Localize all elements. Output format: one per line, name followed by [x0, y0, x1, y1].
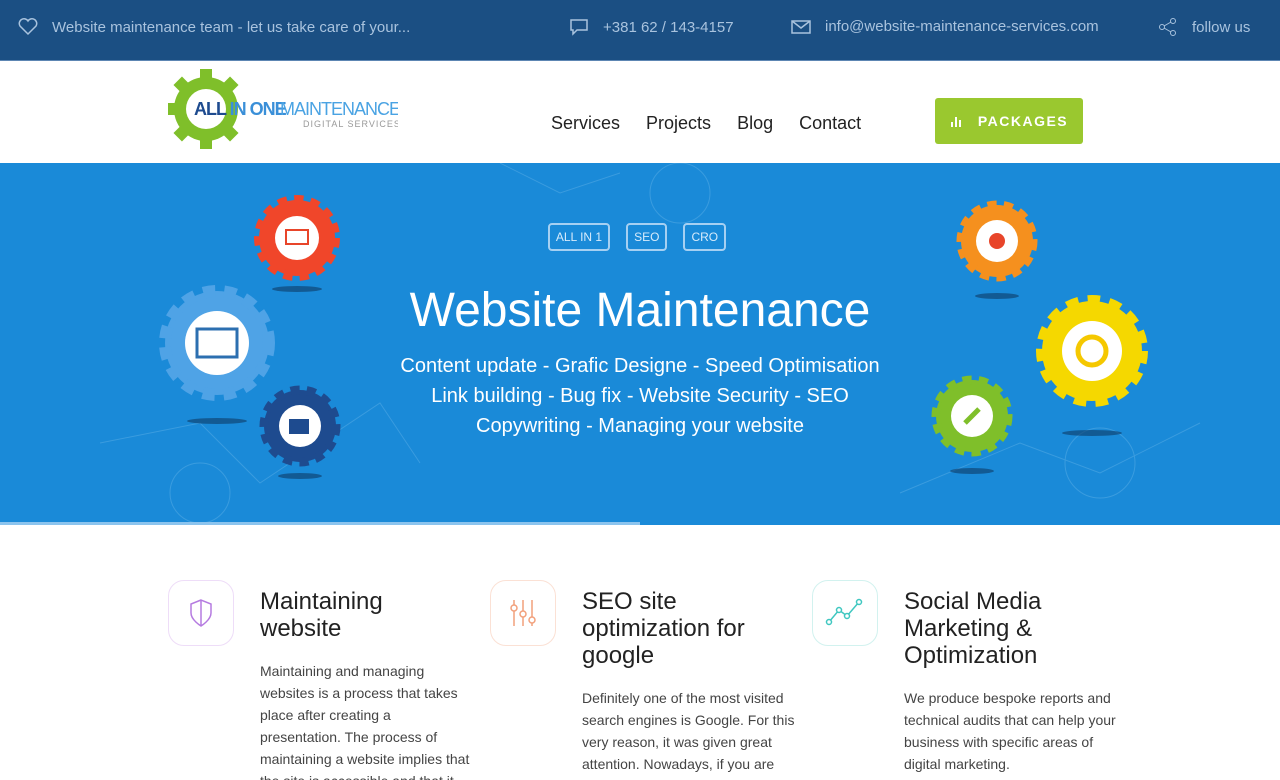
- tagline: Website maintenance team - let us take c…: [18, 18, 410, 36]
- tag-all-in-1[interactable]: ALL IN 1: [547, 223, 611, 251]
- tag-cro[interactable]: CRO: [683, 223, 727, 251]
- hero-line: Link building - Bug fix - Website Securi…: [431, 385, 849, 407]
- slider-progress: [0, 522, 640, 525]
- tagline-text: Website maintenance team - let us take c…: [52, 18, 411, 36]
- logo[interactable]: ALL IN ONE MAINTENANCE DIGITAL SERVICES: [166, 69, 402, 154]
- sliders-icon: [510, 600, 536, 626]
- phone-text[interactable]: +381 62 / 143-4157: [603, 19, 734, 36]
- chart-line-icon: [825, 598, 863, 626]
- hero-line: Copywriting - Managing your website: [476, 415, 804, 437]
- feature-title: Social Media Marketing & Optimization: [904, 588, 1042, 669]
- icon-box: [812, 580, 878, 646]
- nav-services[interactable]: Services: [551, 113, 620, 134]
- shield-icon: [190, 599, 212, 627]
- top-bar: Website maintenance team - let us take c…: [0, 0, 1280, 60]
- follow-us[interactable]: follow us: [1158, 18, 1250, 36]
- tag-seo[interactable]: SEO: [626, 223, 668, 251]
- hero-line: Content update - Grafic Designe - Speed …: [400, 355, 880, 377]
- mail-icon: [791, 19, 811, 34]
- email-text[interactable]: info@website-maintenance-services.com: [825, 18, 1099, 35]
- svg-text:ALL IN ONE: ALL IN ONE: [194, 99, 287, 119]
- phone[interactable]: +381 62 / 143-4157: [569, 18, 734, 36]
- svg-text:MAINTENANCE: MAINTENANCE: [280, 99, 398, 119]
- packages-label: PACKAGES: [977, 113, 1069, 129]
- hero-tags: ALL IN 1 SEO CRO: [0, 223, 1277, 251]
- chat-icon: [570, 19, 588, 36]
- hero-title: Website Maintenance: [409, 284, 871, 337]
- heart-icon: [18, 18, 38, 36]
- hero-banner: ALL IN 1 SEO CRO Website Maintenance Con…: [0, 163, 1280, 525]
- packages-button[interactable]: PACKAGES: [935, 98, 1083, 144]
- feature-maintaining: Maintaining website Maintaining and mana…: [168, 580, 469, 780]
- email[interactable]: info@website-maintenance-services.com: [791, 18, 1099, 35]
- feature-title: SEO site optimization for google: [582, 588, 745, 669]
- nav-projects[interactable]: Projects: [646, 113, 711, 134]
- feature-social: Social Media Marketing & Optimization We…: [812, 580, 1116, 772]
- nav-blog[interactable]: Blog: [737, 113, 773, 134]
- feature-text: We produce bespoke reports and technical…: [904, 690, 1116, 772]
- share-icon: [1159, 18, 1176, 36]
- follow-text[interactable]: follow us: [1192, 19, 1250, 36]
- feature-text: Maintaining and managing websites is a p…: [260, 663, 470, 780]
- feature-title: Maintaining website: [260, 588, 383, 642]
- feature-text: Definitely one of the most visited searc…: [582, 690, 795, 772]
- icon-box: [490, 580, 556, 646]
- header: ALL IN ONE MAINTENANCE DIGITAL SERVICES …: [0, 60, 1280, 163]
- svg-text:DIGITAL SERVICES: DIGITAL SERVICES: [303, 119, 398, 129]
- bar-chart-icon: [950, 117, 961, 127]
- main-nav: Services Projects Blog Contact: [551, 113, 861, 134]
- hero-subtitle: Content update - Grafic Designe - Speed …: [0, 351, 1280, 441]
- nav-contact[interactable]: Contact: [799, 113, 861, 134]
- feature-seo: SEO site optimization for google Definit…: [490, 580, 794, 772]
- icon-box: [168, 580, 234, 646]
